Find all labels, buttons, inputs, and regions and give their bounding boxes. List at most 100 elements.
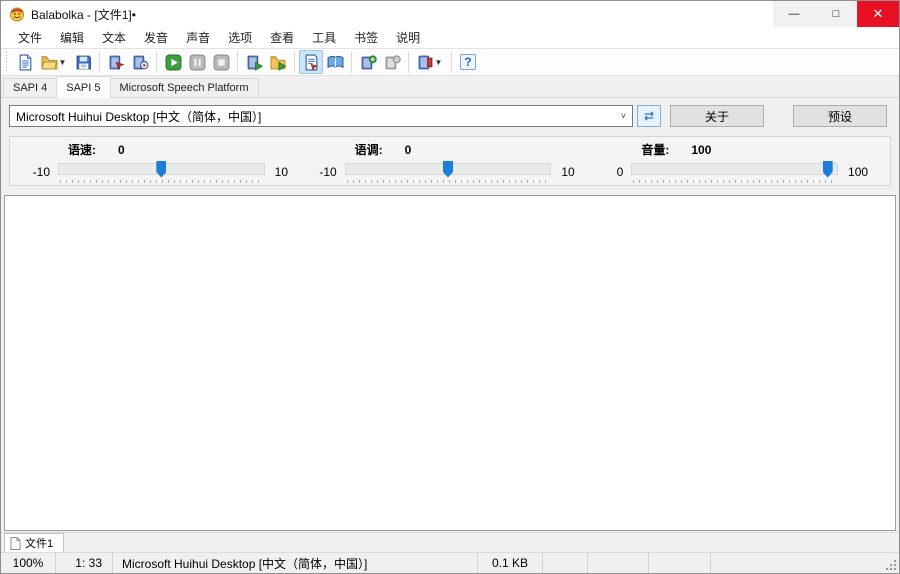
document-tabstrip: 文件1 (1, 532, 899, 552)
toolbar-separator (156, 51, 157, 73)
status-voice: Microsoft Huihui Desktop [中文（简体，中国）] (113, 553, 478, 573)
editor-area (1, 194, 899, 532)
pitch-label-row: 语调: 0 (315, 141, 586, 158)
toolbar-separator (294, 51, 295, 73)
chevron-down-icon[interactable]: ˅ (619, 111, 628, 121)
title-bar: Balabolka - [文件1]• — □ ✕ (1, 1, 899, 27)
open-dropdown-arrow-icon[interactable]: ▼ (58, 58, 68, 67)
bookmark-dropdown-arrow-icon[interactable]: ▼ (434, 58, 444, 67)
pitch-slider[interactable] (345, 161, 552, 183)
convert-text-to-audio-icon (132, 54, 149, 71)
status-empty-cell (649, 553, 711, 573)
status-size: 0.1 KB (478, 553, 543, 573)
about-voice-button[interactable]: 关于 (670, 105, 764, 127)
play-icon (165, 54, 182, 71)
play-button[interactable] (161, 50, 185, 74)
new-document-button[interactable] (13, 50, 37, 74)
read-file-aloud-button[interactable] (242, 50, 266, 74)
speed-slider[interactable] (58, 161, 265, 183)
speed-slider-row: -10 10 (28, 158, 299, 185)
menu-item-options[interactable]: 选项 (219, 27, 261, 48)
maximize-button[interactable]: □ (815, 1, 857, 27)
speed-max-label: 10 (265, 165, 299, 179)
voice-row: Microsoft Huihui Desktop [中文（简体，中国）] ˅ ⇄… (9, 105, 891, 127)
document-icon (10, 537, 21, 550)
volume-slider-ticks (633, 180, 836, 183)
menu-item-file[interactable]: 文件 (9, 27, 51, 48)
tab-sapi4[interactable]: SAPI 4 (3, 78, 57, 97)
volume-value: 100 (691, 143, 711, 157)
volume-slider-thumb[interactable] (823, 161, 833, 178)
stop-icon (213, 54, 230, 71)
new-document-icon (17, 54, 34, 71)
speed-label-row: 语速: 0 (28, 141, 299, 158)
volume-label: 音量: (641, 141, 669, 158)
add-dictionary-button[interactable] (356, 50, 380, 74)
volume-slider-block: 音量: 100 0 100 (593, 141, 880, 185)
balabolka-window: Balabolka - [文件1]• — □ ✕ 文件 编辑 文本 发音 声音 … (0, 0, 900, 574)
speed-min-label: -10 (28, 165, 58, 179)
menu-item-text[interactable]: 文本 (93, 27, 135, 48)
volume-slider-track[interactable] (631, 163, 838, 175)
volume-min-label: 0 (601, 165, 631, 179)
save-audio-file-button[interactable] (104, 50, 128, 74)
menu-item-help[interactable]: 说明 (387, 27, 429, 48)
batch-conversion-button[interactable] (266, 50, 290, 74)
presets-button[interactable]: 预设 (793, 105, 887, 127)
speed-slider-thumb[interactable] (156, 161, 166, 178)
batch-conversion-icon (270, 54, 287, 71)
pitch-max-label: 10 (551, 165, 585, 179)
pitch-min-label: -10 (315, 165, 345, 179)
pause-icon (189, 54, 206, 71)
menu-item-audio[interactable]: 声音 (177, 27, 219, 48)
clipboard-monitor-icon (303, 54, 320, 71)
pitch-slider-thumb[interactable] (443, 161, 453, 178)
open-file-button[interactable]: ▼ (37, 50, 71, 74)
speed-value: 0 (118, 143, 125, 157)
menu-item-pronunciation[interactable]: 发音 (135, 27, 177, 48)
pitch-slider-ticks (347, 180, 550, 183)
volume-slider-row: 0 100 (601, 158, 872, 185)
save-button[interactable] (71, 50, 95, 74)
toolbar-separator (451, 51, 452, 73)
resize-grip[interactable] (885, 559, 897, 571)
menu-item-bookmarks[interactable]: 书签 (345, 27, 387, 48)
voice-select[interactable]: Microsoft Huihui Desktop [中文（简体，中国）] ˅ (9, 105, 633, 127)
status-empty-cell (543, 553, 588, 573)
status-zoom: 100% (1, 553, 56, 573)
refresh-icon: ⇄ (644, 109, 654, 123)
save-audio-file-icon (108, 54, 125, 71)
menu-item-view[interactable]: 查看 (261, 27, 303, 48)
voice-select-value: Microsoft Huihui Desktop [中文（简体，中国）] (16, 108, 619, 125)
voice-parameters-group: 语速: 0 -10 10 语调: 0 (9, 136, 891, 186)
menu-item-edit[interactable]: 编辑 (51, 27, 93, 48)
save-icon (75, 54, 92, 71)
menu-bar: 文件 编辑 文本 发音 声音 选项 查看 工具 书签 说明 (1, 27, 899, 48)
tab-microsoft-speech-platform[interactable]: Microsoft Speech Platform (110, 78, 259, 97)
menu-item-tools[interactable]: 工具 (303, 27, 345, 48)
add-dictionary-icon (360, 54, 377, 71)
convert-text-to-audio-button[interactable] (128, 50, 152, 74)
volume-slider[interactable] (631, 161, 838, 183)
text-editor[interactable] (4, 195, 896, 531)
bookmark-icon (417, 54, 434, 71)
toolbar-separator (408, 51, 409, 73)
dictionary-button[interactable] (323, 50, 347, 74)
close-button[interactable]: ✕ (857, 1, 899, 27)
minimize-button[interactable]: — (773, 1, 815, 27)
refresh-voices-button[interactable]: ⇄ (637, 105, 661, 127)
pitch-slider-row: -10 10 (315, 158, 586, 185)
bookmark-button[interactable]: ▼ (413, 50, 447, 74)
pitch-label: 语调: (355, 141, 383, 158)
tab-sapi5[interactable]: SAPI 5 (56, 76, 110, 98)
toolbar-grip[interactable] (5, 52, 9, 72)
document-tab[interactable]: 文件1 (4, 533, 64, 552)
stop-button[interactable] (209, 50, 233, 74)
status-bar: 100% 1: 33 Microsoft Huihui Desktop [中文（… (1, 552, 899, 573)
pause-button[interactable] (185, 50, 209, 74)
edit-dictionary-button[interactable] (380, 50, 404, 74)
clipboard-monitor-button[interactable] (299, 50, 323, 74)
toolbar-separator (351, 51, 352, 73)
toolbar-separator (99, 51, 100, 73)
help-button[interactable]: ? (456, 50, 480, 74)
